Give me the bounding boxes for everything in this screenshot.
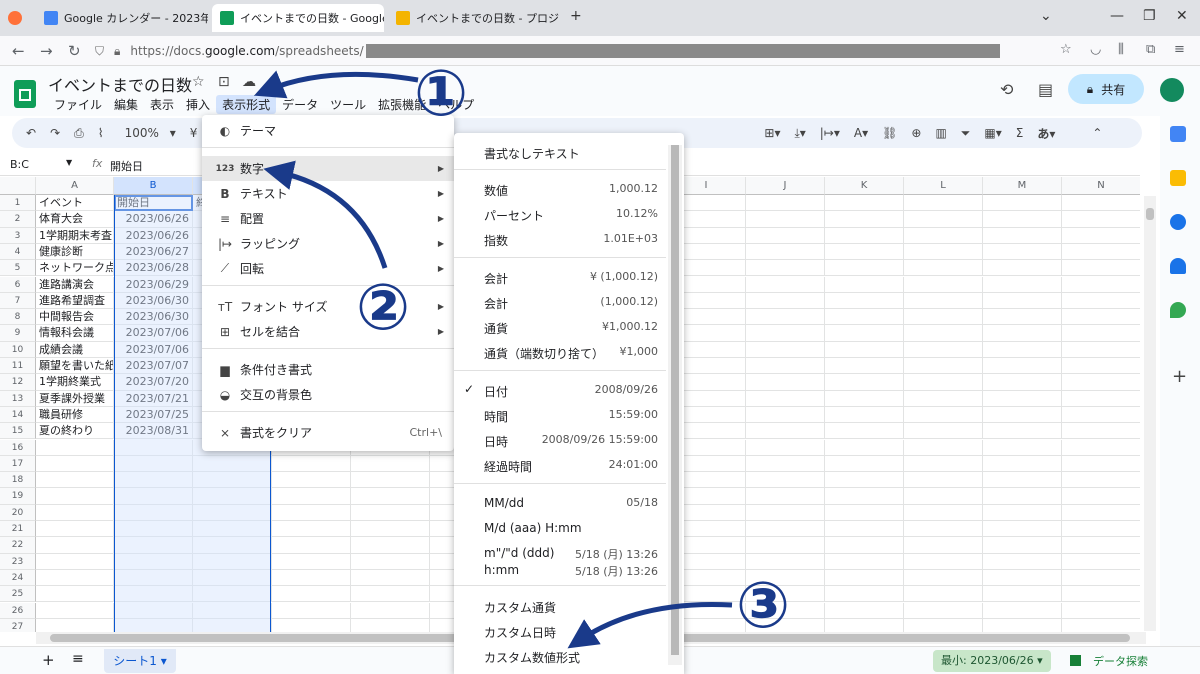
arrow-2 [263, 160, 388, 269]
arrow-3 [567, 601, 733, 649]
annotation-1: ① [414, 57, 469, 131]
annotation-2: ② [356, 271, 411, 345]
annotation-3: ③ [736, 569, 791, 643]
annotation-overlay [254, 70, 733, 649]
arrow-1 [254, 70, 419, 99]
